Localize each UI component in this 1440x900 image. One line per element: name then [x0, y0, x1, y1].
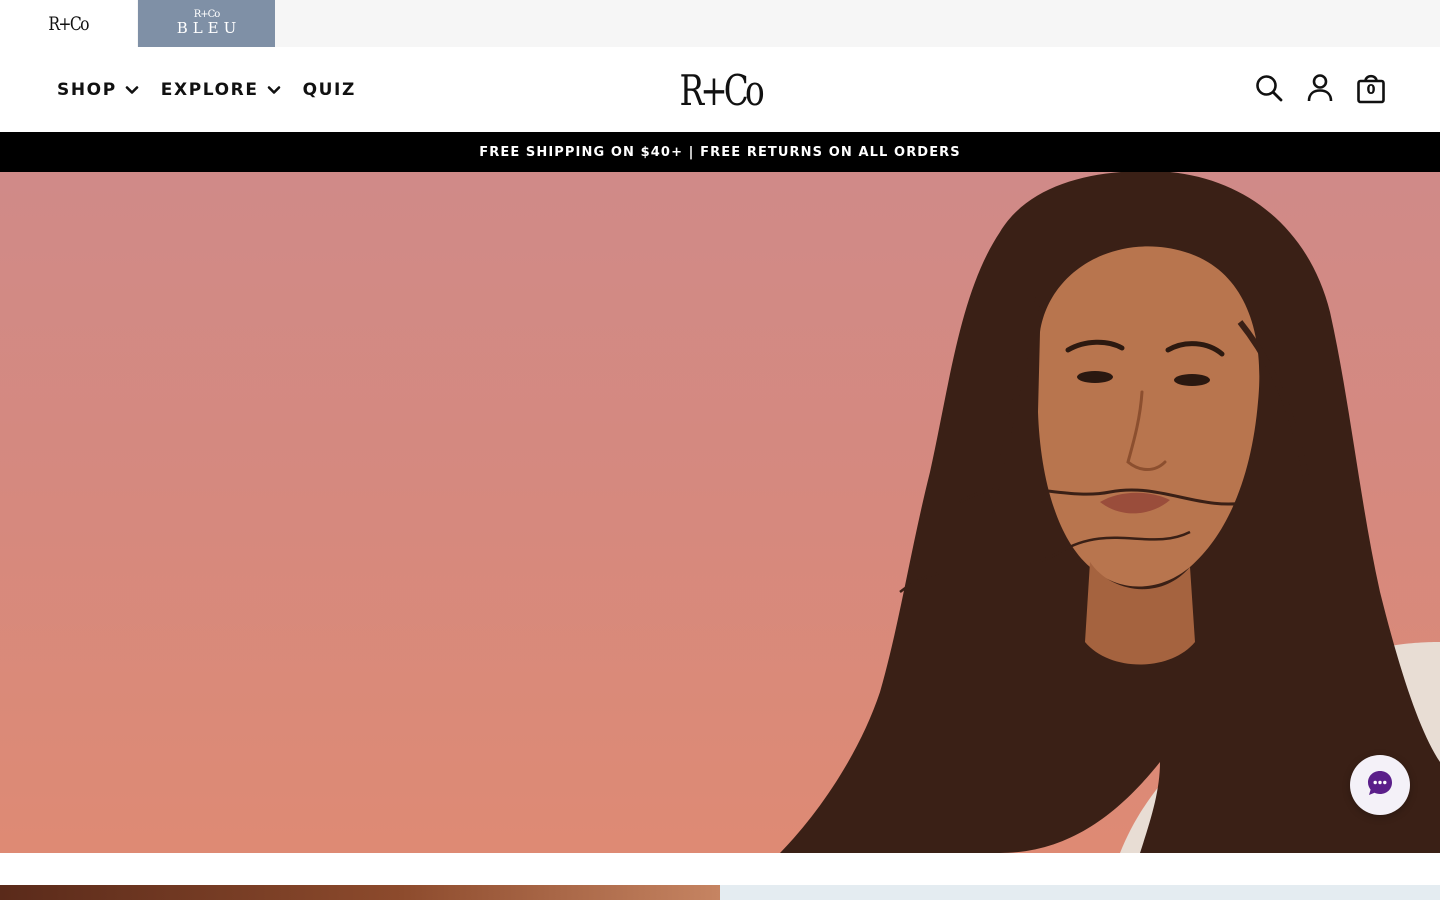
account-button[interactable] [1305, 73, 1335, 107]
brand-tab-rco-label: R+Co [48, 12, 90, 35]
chat-bubble-icon [1365, 768, 1395, 802]
main-nav: SHOP EXPLORE QUIZ [57, 47, 378, 132]
logo-text: R+Co [679, 65, 764, 115]
nav-explore[interactable]: EXPLORE [161, 80, 281, 100]
chevron-down-icon [125, 83, 139, 97]
chat-button[interactable] [1350, 755, 1410, 815]
nav-explore-label: EXPLORE [160, 79, 259, 100]
cart-button[interactable]: 0 [1356, 74, 1386, 106]
brand-switcher: R+Co R+Co BLEU [0, 0, 1440, 47]
promo-tile-right[interactable] [720, 885, 1440, 900]
brand-tab-bleu-label: BLEU [176, 19, 242, 37]
search-button[interactable] [1254, 74, 1284, 106]
nav-quiz[interactable]: QUIZ [303, 80, 356, 100]
account-icon [1306, 73, 1334, 107]
announcement-text: FREE SHIPPING ON $40+ | FREE RETURNS ON … [479, 144, 961, 160]
nav-shop[interactable]: SHOP [57, 80, 139, 100]
brand-tab-rco[interactable]: R+Co [0, 0, 137, 47]
header-icons: 0 [1233, 47, 1386, 132]
site-logo[interactable]: R+Co [679, 65, 764, 115]
brand-tab-bleu[interactable]: R+Co BLEU [138, 0, 275, 47]
site-header: SHOP EXPLORE QUIZ R+Co 0 [0, 47, 1440, 132]
chevron-down-icon [267, 83, 281, 97]
hero-image [780, 172, 1440, 853]
cart-count: 0 [1366, 82, 1376, 98]
hero-banner[interactable] [0, 172, 1440, 853]
promo-tile-left[interactable] [0, 885, 720, 900]
nav-quiz-label: QUIZ [302, 79, 356, 100]
nav-shop-label: SHOP [57, 79, 117, 100]
search-icon [1255, 74, 1283, 106]
announcement-bar: FREE SHIPPING ON $40+ | FREE RETURNS ON … [0, 132, 1440, 172]
